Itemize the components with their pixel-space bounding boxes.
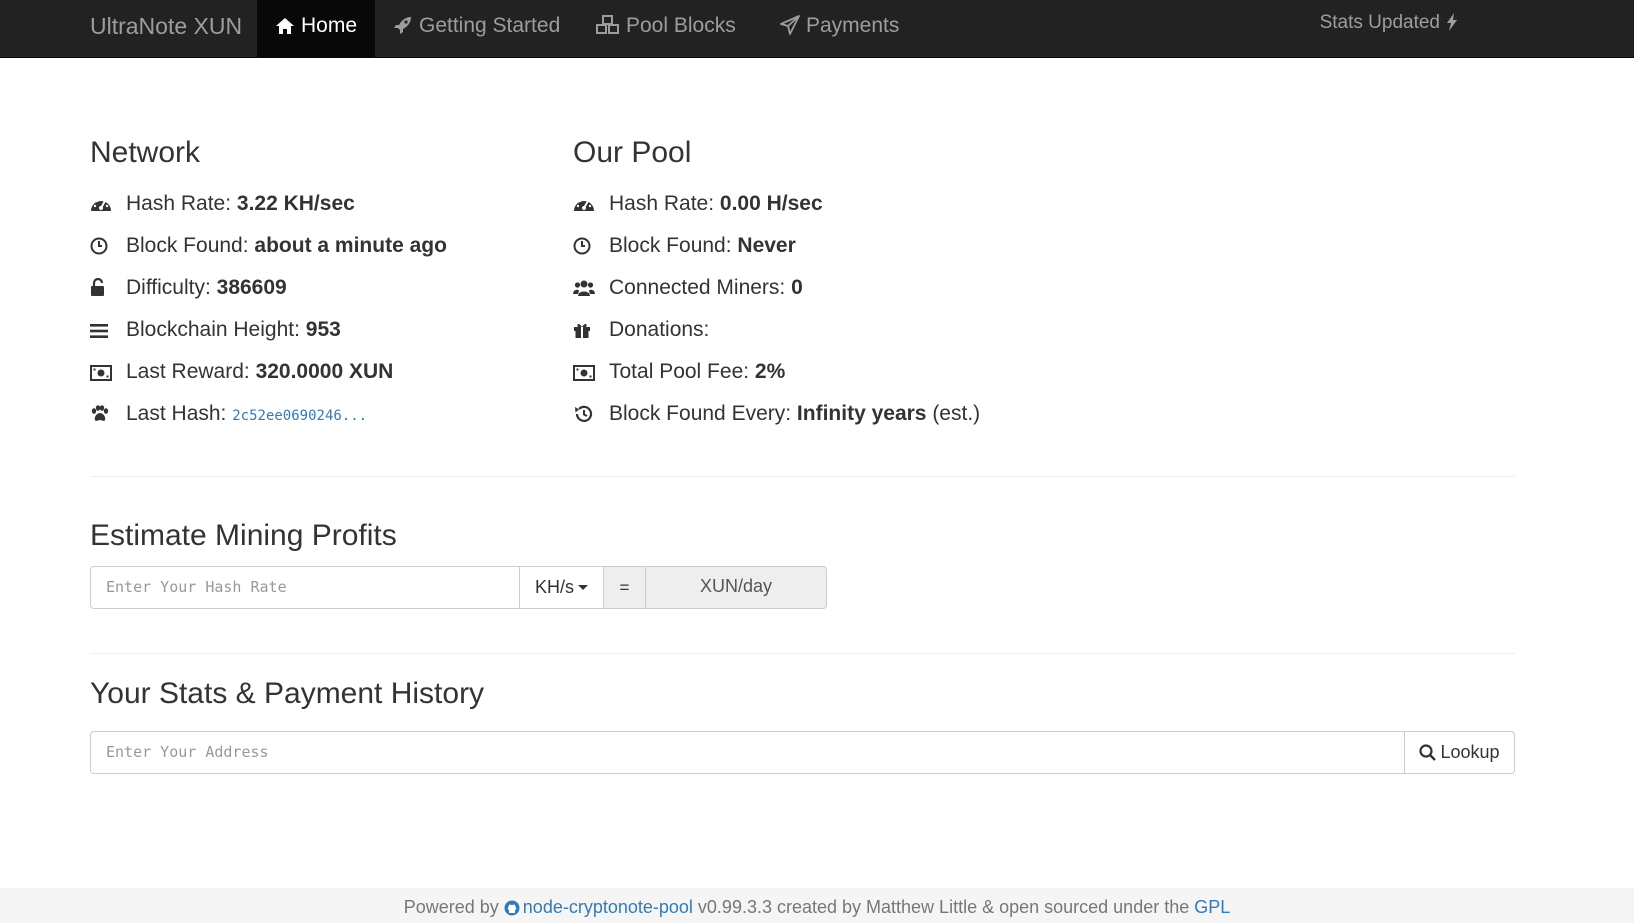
nav-pool-blocks-label: Pool Blocks [626,14,736,37]
pool-hash-rate-value: 0.00 H/sec [719,192,823,215]
nav-payments[interactable]: Payments [762,0,917,57]
estimate-title: Estimate Mining Profits [90,519,397,552]
pool-miners: Connected Miners: 0 [573,273,803,303]
network-reward-value: 320.0000 XUN [255,360,394,383]
pool-donations-label: Donations: [609,318,710,341]
address-lookup-group: Enter Your Address Lookup [90,731,1515,774]
rocket-icon [394,17,411,34]
gift-icon [574,324,590,339]
stats-title: Your Stats & Payment History [90,677,485,710]
divider [90,653,1515,654]
pool-title: Our Pool [573,136,692,169]
pool-block-every: Block Found Every: Infinity years (est.) [573,399,980,429]
paw-icon [91,405,109,422]
nav-home-label: Home [301,14,358,37]
network-title: Network [90,136,201,169]
caret-down-icon [578,585,588,590]
network-last-hash: Last Hash: 2c52ee0690246... [90,399,367,429]
money-icon [90,365,112,382]
pool-fee: Total Pool Fee: 2% [573,357,785,387]
tachometer-icon [91,198,111,212]
bolt-icon [1447,13,1457,31]
pool-donations: Donations: [573,315,709,345]
hash-unit-dropdown[interactable]: KH/s [520,566,604,609]
nav-home[interactable]: Home [257,0,376,57]
network-difficulty-value: 386609 [216,276,287,299]
paper-plane-icon [780,15,800,35]
users-icon [573,280,595,297]
bars-icon [90,324,108,339]
nav-payments-label: Payments [806,14,900,37]
estimate-result: XUN/day [646,566,827,609]
hash-rate-input[interactable]: Enter Your Hash Rate [90,566,520,609]
license-link[interactable]: GPL [1194,897,1230,917]
pool-block-found: Block Found: Never [573,231,796,261]
network-block-found-value: about a minute ago [254,234,447,257]
network-last-hash-link[interactable]: 2c52ee0690246... [232,408,367,424]
network-difficulty: Difficulty: 386609 [90,273,287,303]
clock-icon [90,237,108,255]
footer: Powered by node-cryptonote-pool v0.99.3.… [0,888,1634,923]
nav-getting-started-label: Getting Started [419,14,561,37]
pool-hash-rate: Hash Rate: 0.00 H/sec [573,189,823,219]
navbar: UltraNote XUN Home Getting Started Pool … [0,0,1634,58]
history-icon [575,406,593,423]
lookup-label: Lookup [1440,742,1500,762]
pool-fee-value: 2% [754,360,786,383]
unlock-icon [91,278,104,297]
search-icon [1419,744,1437,761]
address-input[interactable]: Enter Your Address [90,731,1405,774]
brand-link[interactable]: UltraNote XUN [90,0,242,58]
nav-pool-blocks[interactable]: Pool Blocks [578,0,754,57]
github-icon [504,900,520,916]
network-height: Blockchain Height: 953 [90,315,341,345]
pool-block-found-value: Never [737,234,796,257]
pool-block-every-value: Infinity years [796,402,927,425]
clock-icon [573,237,591,255]
lookup-button[interactable]: Lookup [1405,731,1515,774]
money-icon [573,365,595,382]
cubes-icon [596,15,619,34]
network-hash-rate-value: 3.22 KH/sec [236,192,355,215]
tachometer-icon [574,198,594,212]
pool-miners-value: 0 [791,276,803,299]
project-link[interactable]: node-cryptonote-pool [523,897,693,917]
network-reward: Last Reward: 320.0000 XUN [90,357,393,387]
stats-updated-label: Stats Updated [1319,12,1440,33]
stats-updated: Stats Updated [1320,0,1458,57]
network-hash-rate: Hash Rate: 3.22 KH/sec [90,189,355,219]
network-height-value: 953 [305,318,341,341]
estimate-input-group: Enter Your Hash Rate KH/s = XUN/day [90,566,827,609]
home-icon [276,18,294,34]
network-block-found: Block Found: about a minute ago [90,231,447,261]
equals-addon: = [604,566,646,609]
divider [90,476,1515,477]
nav-getting-started[interactable]: Getting Started [375,0,578,57]
